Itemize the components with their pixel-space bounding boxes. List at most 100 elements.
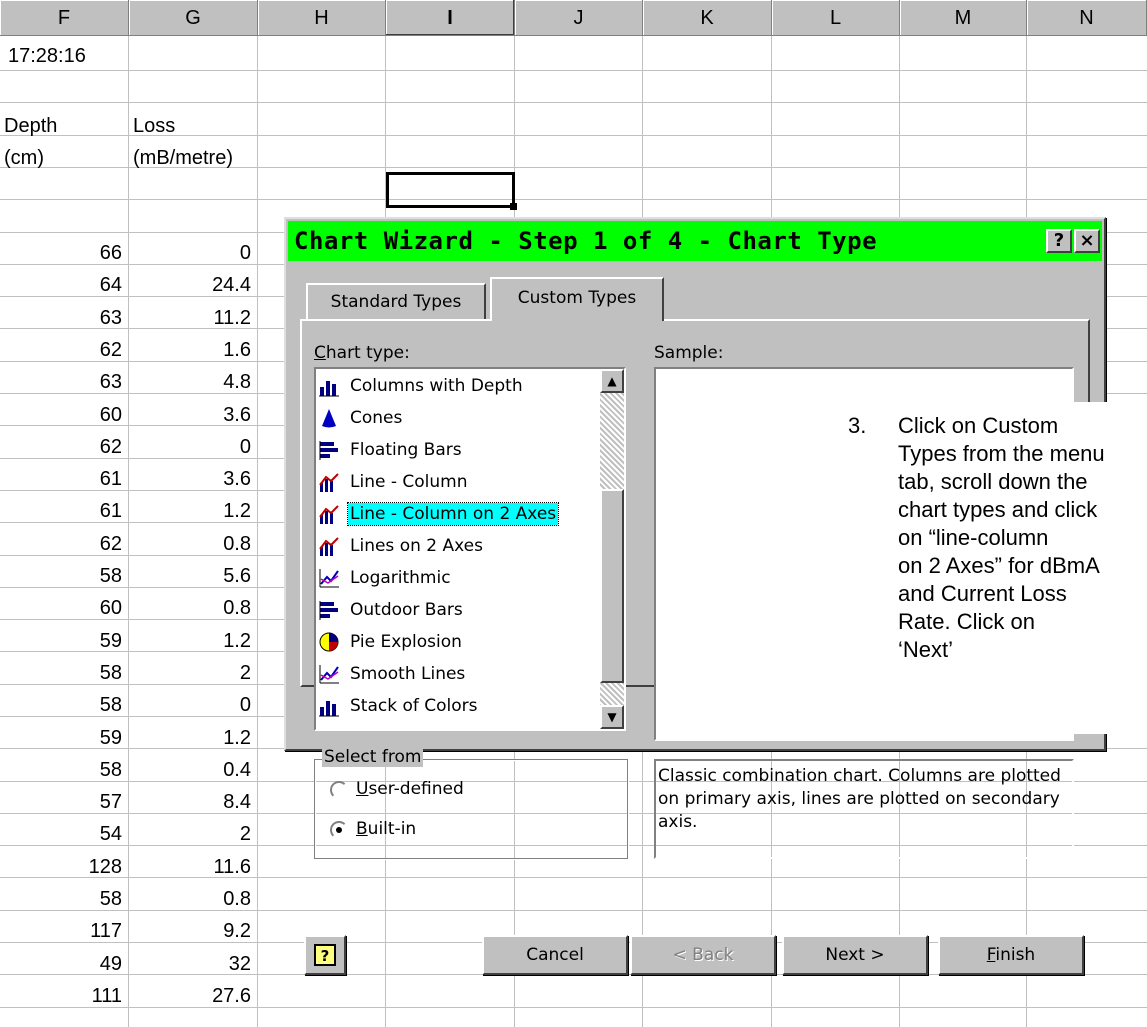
loss-cell[interactable]: 0 [129, 432, 251, 463]
column-header-i[interactable]: I [386, 0, 515, 36]
chart-type-item[interactable]: Smooth Lines [318, 659, 467, 690]
close-button[interactable]: × [1074, 229, 1100, 253]
loss-cell[interactable]: 4.8 [129, 367, 251, 398]
loss-cell[interactable]: 11.6 [129, 852, 251, 883]
chart-type-item[interactable]: Cones [318, 403, 404, 434]
radio-user-defined[interactable] [330, 781, 348, 799]
chart-type-item[interactable]: Line - Column [318, 467, 469, 498]
column-header-h[interactable]: H [258, 0, 386, 36]
depth-cell[interactable]: 64 [0, 270, 122, 301]
built-in-label[interactable]: Built-in [356, 819, 416, 839]
time-cell[interactable]: 17:28:16 [8, 41, 86, 72]
chart-type-item[interactable]: Line - Column on 2 Axes [318, 499, 560, 530]
column-header-f[interactable]: F [0, 0, 129, 36]
column-header-j[interactable]: J [515, 0, 643, 36]
loss-cell[interactable]: 1.2 [129, 626, 251, 657]
column-header-k[interactable]: K [643, 0, 772, 36]
depth-cell[interactable]: 61 [0, 496, 122, 527]
loss-cell[interactable]: 5.6 [129, 561, 251, 592]
depth-cell[interactable]: 111 [0, 981, 122, 1012]
loss-cell[interactable]: 0.8 [129, 593, 251, 624]
tab-custom-types[interactable]: Custom Types [490, 277, 664, 321]
radio-selected-dot [336, 827, 342, 833]
depth-cell[interactable]: 62 [0, 432, 122, 463]
column-header-g[interactable]: G [129, 0, 258, 36]
loss-cell[interactable]: 2 [129, 819, 251, 850]
line-chart-icon [318, 663, 340, 685]
cancel-button[interactable]: Cancel [482, 935, 628, 975]
column-header-m[interactable]: M [900, 0, 1027, 36]
loss-cell[interactable]: 0.4 [129, 755, 251, 786]
chart-type-item[interactable]: Outdoor Bars [318, 595, 465, 626]
depth-cell[interactable]: 62 [0, 529, 122, 560]
depth-cell[interactable]: 117 [0, 916, 122, 947]
depth-cell[interactable]: 58 [0, 561, 122, 592]
chart-type-item[interactable]: Floating Bars [318, 435, 464, 466]
help-title-button[interactable]: ? [1046, 229, 1072, 253]
depth-cell[interactable]: 59 [0, 626, 122, 657]
loss-cell[interactable]: 32 [129, 949, 251, 980]
loss-cell[interactable]: 1.2 [129, 723, 251, 754]
loss-cell[interactable]: 24.4 [129, 270, 251, 301]
depth-cell[interactable]: 49 [0, 949, 122, 980]
chart-type-item[interactable]: Columns with Depth [318, 371, 525, 402]
loss-cell[interactable]: 0.8 [129, 529, 251, 560]
column-header-l[interactable]: L [772, 0, 900, 36]
finish-button[interactable]: Finish [938, 935, 1084, 975]
list-scrollbar[interactable]: ▲ ▼ [600, 369, 624, 729]
loss-cell[interactable]: 2 [129, 658, 251, 689]
depth-cell[interactable]: 54 [0, 819, 122, 850]
depth-cell[interactable]: 58 [0, 755, 122, 786]
loss-cell[interactable]: 1.2 [129, 496, 251, 527]
depth-cell[interactable]: 60 [0, 593, 122, 624]
chart-type-item[interactable]: Pie Explosion [318, 627, 464, 658]
chart-type-item[interactable]: Lines on 2 Axes [318, 531, 485, 562]
depth-cell[interactable]: 62 [0, 335, 122, 366]
depth-cell[interactable]: 60 [0, 400, 122, 431]
depth-cell[interactable]: 58 [0, 658, 122, 689]
chart-type-list[interactable]: Columns with Depth Cones Floating Bars Line… [314, 367, 626, 731]
loss-cell[interactable]: 8.4 [129, 787, 251, 818]
loss-cell[interactable]: 0 [129, 690, 251, 721]
loss-unit[interactable]: (mB/metre) [133, 143, 233, 174]
depth-unit[interactable]: (cm) [4, 143, 44, 174]
chart-type-item[interactable]: Logarithmic [318, 563, 453, 594]
chart-type-label: Outdoor Bars [350, 600, 463, 620]
loss-header[interactable]: Loss [133, 111, 175, 142]
tab-standard-types[interactable]: Standard Types [306, 283, 486, 319]
loss-cell[interactable]: 0 [129, 238, 251, 269]
depth-header[interactable]: Depth [4, 111, 57, 142]
loss-cell[interactable]: 11.2 [129, 303, 251, 334]
note-number: 3. [848, 413, 867, 438]
depth-cell[interactable]: 63 [0, 367, 122, 398]
scroll-down-button[interactable]: ▼ [600, 705, 624, 729]
depth-cell[interactable]: 128 [0, 852, 122, 883]
column-header-n[interactable]: N [1027, 0, 1147, 36]
depth-cell[interactable]: 63 [0, 303, 122, 334]
radio-built-in[interactable] [330, 821, 348, 839]
loss-cell[interactable]: 9.2 [129, 916, 251, 947]
user-defined-label[interactable]: User-defined [356, 779, 464, 799]
depth-cell[interactable]: 66 [0, 238, 122, 269]
chart-type-label: Stack of Colors [350, 696, 478, 716]
chart-type-label: Logarithmic [350, 568, 451, 588]
scroll-thumb[interactable] [600, 489, 624, 683]
depth-cell[interactable]: 58 [0, 884, 122, 915]
loss-cell[interactable]: 1.6 [129, 335, 251, 366]
scroll-up-button[interactable]: ▲ [600, 369, 624, 393]
next-button[interactable]: Next > [782, 935, 928, 975]
loss-cell[interactable]: 3.6 [129, 400, 251, 431]
loss-cell[interactable]: 3.6 [129, 464, 251, 495]
loss-cell[interactable]: 27.6 [129, 981, 251, 1012]
loss-cell[interactable]: 0.8 [129, 884, 251, 915]
help-button[interactable]: ? [304, 935, 346, 975]
back-button[interactable]: < Back [630, 935, 776, 975]
chart-type-item[interactable]: Stack of Colors [318, 691, 480, 722]
depth-cell[interactable]: 58 [0, 690, 122, 721]
depth-cell[interactable]: 57 [0, 787, 122, 818]
fill-handle[interactable] [510, 203, 517, 210]
title-bar[interactable]: Chart Wizard - Step 1 of 4 - Chart Type … [288, 221, 1102, 261]
selected-cell[interactable] [386, 172, 517, 210]
depth-cell[interactable]: 61 [0, 464, 122, 495]
depth-cell[interactable]: 59 [0, 723, 122, 754]
